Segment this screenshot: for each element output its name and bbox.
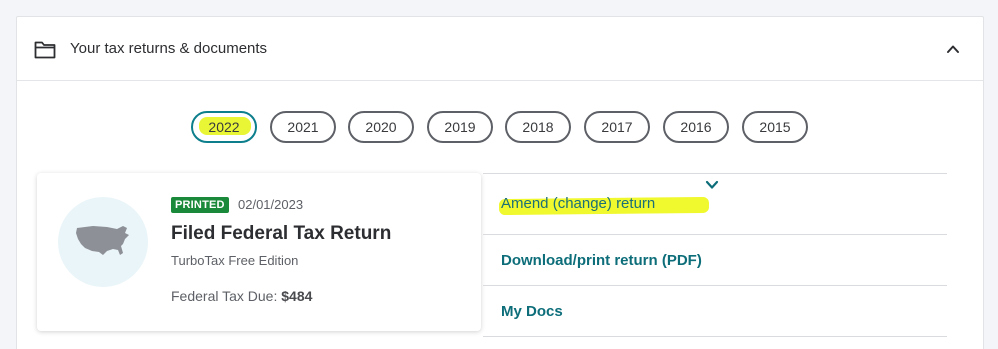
amend-return-link[interactable]: Amend (change) return — [501, 195, 655, 212]
download-row[interactable]: Download/print return (PDF) — [483, 234, 947, 286]
tax-due-amount: $484 — [281, 288, 313, 304]
my-docs-row[interactable]: My Docs — [483, 285, 947, 337]
filed-date: 02/01/2023 — [238, 197, 304, 212]
my-docs-link[interactable]: My Docs — [501, 302, 563, 322]
year-tab-label: 2018 — [522, 119, 554, 135]
year-tab-2019[interactable]: 2019 — [427, 111, 493, 143]
year-tab-2020[interactable]: 2020 — [348, 111, 414, 143]
product-edition: TurboTax Free Edition — [171, 253, 299, 268]
year-tab-label: 2019 — [444, 119, 476, 135]
tax-due-label: Federal Tax Due: — [171, 288, 278, 304]
folder-icon — [34, 41, 56, 59]
chevron-up-icon[interactable] — [945, 41, 961, 57]
year-tab-2022[interactable]: 2022 — [191, 111, 257, 143]
chevron-down-icon[interactable] — [705, 180, 719, 190]
year-tab-2021[interactable]: 2021 — [270, 111, 336, 143]
tax-returns-panel: Your tax returns & documents 2022 2021 2… — [16, 16, 984, 349]
panel-header[interactable]: Your tax returns & documents — [17, 17, 983, 81]
status-badge: PRINTED — [171, 197, 229, 213]
year-tab-label: 2021 — [287, 119, 319, 135]
year-tab-2018[interactable]: 2018 — [505, 111, 571, 143]
year-tab-label: 2020 — [365, 119, 397, 135]
year-tab-2015[interactable]: 2015 — [742, 111, 808, 143]
amend-wrap: Amend (change) return — [498, 194, 710, 218]
download-return-link[interactable]: Download/print return (PDF) — [501, 251, 702, 271]
tax-due: Federal Tax Due: $484 — [171, 287, 312, 305]
year-tab-label: 2022 — [208, 119, 240, 135]
year-tab-label: 2016 — [680, 119, 712, 135]
amend-row[interactable]: Amend (change) return — [483, 173, 947, 225]
us-map-icon — [58, 197, 148, 287]
divider — [483, 336, 947, 337]
return-card: PRINTED 02/01/2023 Filed Federal Tax Ret… — [37, 173, 481, 331]
year-tab-label: 2017 — [601, 119, 633, 135]
year-tab-2017[interactable]: 2017 — [584, 111, 650, 143]
year-tab-label: 2015 — [759, 119, 791, 135]
return-title: Filed Federal Tax Return — [171, 223, 392, 244]
panel-title: Your tax returns & documents — [70, 40, 268, 57]
year-tab-2016[interactable]: 2016 — [663, 111, 729, 143]
